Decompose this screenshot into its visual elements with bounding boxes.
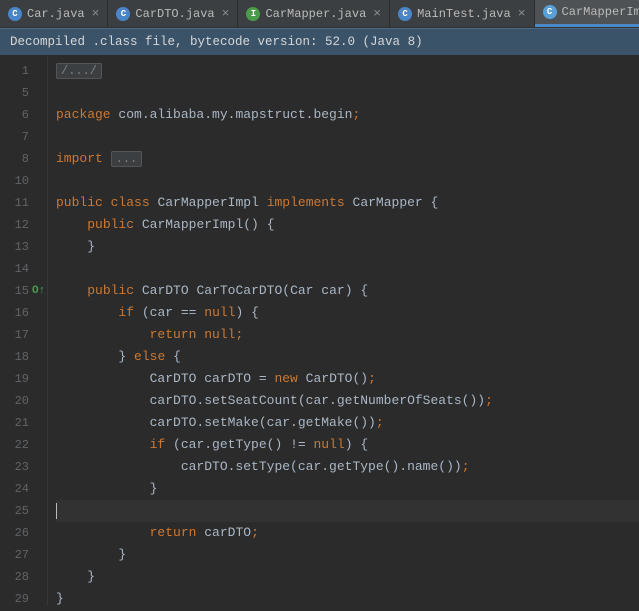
code-line-current	[56, 500, 639, 522]
code-line: if (car == null) {	[56, 302, 639, 324]
tab-carmapperimpl-class[interactable]: C CarMapperImpl.class ×	[535, 0, 639, 27]
code-line: }	[56, 236, 639, 258]
class-icon: C	[398, 7, 412, 21]
class-icon: C	[8, 7, 22, 21]
code-line: import ...	[56, 148, 639, 170]
code-line: public CarDTO CarToCarDTO(Car car) {	[56, 280, 639, 302]
code-area[interactable]: /.../ package com.alibaba.my.mapstruct.b…	[48, 56, 639, 606]
tab-label: CarDTO.java	[135, 7, 214, 21]
code-line: } else {	[56, 346, 639, 368]
tab-label: MainTest.java	[417, 7, 511, 21]
tab-label: Car.java	[27, 7, 85, 21]
code-line	[56, 170, 639, 192]
code-line: CarDTO carDTO = new CarDTO();	[56, 368, 639, 390]
code-line: /.../	[56, 60, 639, 82]
code-editor[interactable]: 1+ 5 6− 7 8+ 10 11− 12− 13− 14 O↑15− 16−…	[0, 56, 639, 606]
decompiled-banner: Decompiled .class file, bytecode version…	[0, 28, 639, 56]
tab-maintest-java[interactable]: C MainTest.java ×	[390, 0, 534, 27]
code-line: }	[56, 566, 639, 588]
code-line: }	[56, 544, 639, 566]
tab-carmapper-java[interactable]: I CarMapper.java ×	[238, 0, 390, 27]
text-caret	[56, 503, 57, 519]
code-line: public CarMapperImpl() {	[56, 214, 639, 236]
override-marker-icon[interactable]: O↑	[32, 280, 45, 302]
tab-cardto-java[interactable]: C CarDTO.java ×	[108, 0, 238, 27]
code-line	[56, 82, 639, 104]
code-line: return null;	[56, 324, 639, 346]
class-icon: C	[116, 7, 130, 21]
code-line: package com.alibaba.my.mapstruct.begin;	[56, 104, 639, 126]
code-line: return carDTO;	[56, 522, 639, 544]
code-line	[56, 258, 639, 280]
close-icon[interactable]: ×	[516, 6, 528, 21]
close-icon[interactable]: ×	[220, 6, 232, 21]
code-line: }	[56, 588, 639, 610]
tab-car-java[interactable]: C Car.java ×	[0, 0, 108, 27]
code-line: if (car.getType() != null) {	[56, 434, 639, 456]
tab-label: CarMapperImpl.class	[562, 5, 639, 19]
close-icon[interactable]: ×	[371, 6, 383, 21]
editor-tabs: C Car.java × C CarDTO.java × I CarMapper…	[0, 0, 639, 28]
line-gutter: 1+ 5 6− 7 8+ 10 11− 12− 13− 14 O↑15− 16−…	[0, 56, 48, 606]
class-icon: C	[543, 5, 557, 19]
code-line: public class CarMapperImpl implements Ca…	[56, 192, 639, 214]
tab-label: CarMapper.java	[265, 7, 366, 21]
code-line	[56, 126, 639, 148]
code-line: }	[56, 478, 639, 500]
close-icon[interactable]: ×	[90, 6, 102, 21]
code-line: carDTO.setSeatCount(car.getNumberOfSeats…	[56, 390, 639, 412]
code-line: carDTO.setType(car.getType().name());	[56, 456, 639, 478]
code-line: carDTO.setMake(car.getMake());	[56, 412, 639, 434]
interface-icon: I	[246, 7, 260, 21]
